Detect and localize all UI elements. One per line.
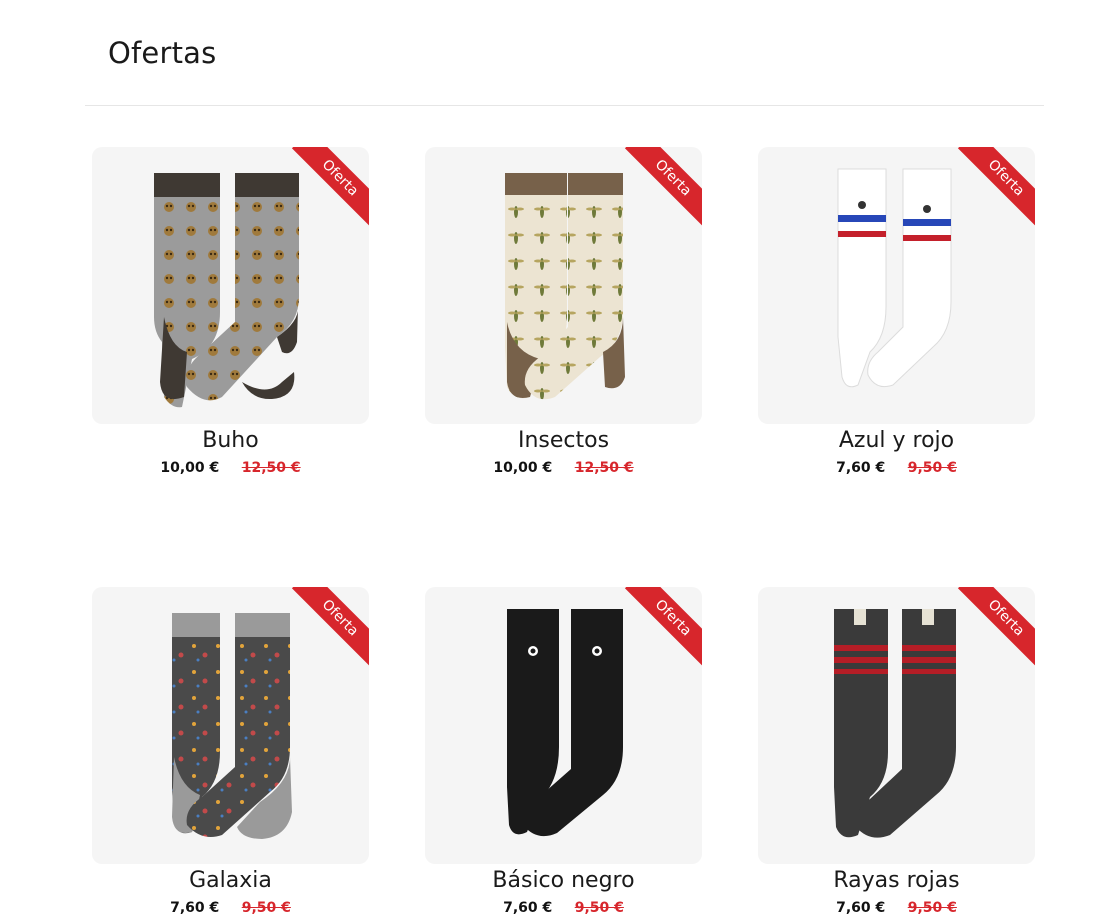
- product-name[interactable]: Rayas rojas: [758, 868, 1035, 894]
- product-card-buho[interactable]: Oferta Buho 10,00 € 12,50 €: [92, 147, 369, 476]
- price-current: 7,60 €: [503, 900, 553, 916]
- product-card-basico-negro[interactable]: Oferta Básico negro 7,60 € 9,50 €: [425, 587, 702, 916]
- product-name[interactable]: Insectos: [425, 428, 702, 454]
- price-original: 9,50 €: [907, 460, 957, 476]
- price-original: 12,50 €: [574, 460, 634, 476]
- product-prices: 7,60 € 9,50 €: [758, 900, 1035, 916]
- product-prices: 7,60 € 9,50 €: [758, 460, 1035, 476]
- product-card-galaxia[interactable]: Oferta Galaxia 7,60 € 9,50 €: [92, 587, 369, 916]
- product-image[interactable]: Oferta: [92, 147, 369, 424]
- galaxy-sock-icon: [172, 613, 292, 839]
- product-name[interactable]: Galaxia: [92, 868, 369, 894]
- striped-white-sock-icon: [837, 168, 952, 388]
- owl-sock-icon: [154, 173, 299, 408]
- price-current: 7,60 €: [836, 460, 886, 476]
- product-name[interactable]: Básico negro: [425, 868, 702, 894]
- price-current: 7,60 €: [170, 900, 220, 916]
- price-original: 12,50 €: [241, 460, 301, 476]
- product-prices: 7,60 € 9,50 €: [92, 900, 369, 916]
- price-original: 9,50 €: [907, 900, 957, 916]
- product-prices: 10,00 € 12,50 €: [425, 460, 702, 476]
- product-card-insectos[interactable]: Oferta Insectos 10,00 € 12,50 €: [425, 147, 702, 476]
- insect-sock-icon: [505, 173, 625, 400]
- price-original: 9,50 €: [241, 900, 291, 916]
- product-grid: Oferta Buho 10,00 € 12,50 € Oferta Insec…: [92, 147, 1037, 916]
- red-stripe-sock-icon: [834, 609, 956, 838]
- product-image[interactable]: Oferta: [758, 587, 1035, 864]
- product-image[interactable]: Oferta: [758, 147, 1035, 424]
- product-image[interactable]: Oferta: [425, 587, 702, 864]
- price-current: 7,60 €: [836, 900, 886, 916]
- product-card-azul-y-rojo[interactable]: Oferta Azul y rojo 7,60 € 9,50 €: [758, 147, 1035, 476]
- product-name[interactable]: Buho: [92, 428, 369, 454]
- product-image[interactable]: Oferta: [425, 147, 702, 424]
- product-image[interactable]: Oferta: [92, 587, 369, 864]
- product-prices: 10,00 € 12,50 €: [92, 460, 369, 476]
- black-sock-icon: [507, 609, 623, 837]
- page-title: Ofertas: [108, 36, 217, 70]
- price-original: 9,50 €: [574, 900, 624, 916]
- price-current: 10,00 €: [493, 460, 553, 476]
- product-name[interactable]: Azul y rojo: [758, 428, 1035, 454]
- product-card-rayas-rojas[interactable]: Oferta Rayas rojas 7,60 € 9,50 €: [758, 587, 1035, 916]
- product-prices: 7,60 € 9,50 €: [425, 900, 702, 916]
- header-divider: [85, 105, 1044, 106]
- price-current: 10,00 €: [160, 460, 220, 476]
